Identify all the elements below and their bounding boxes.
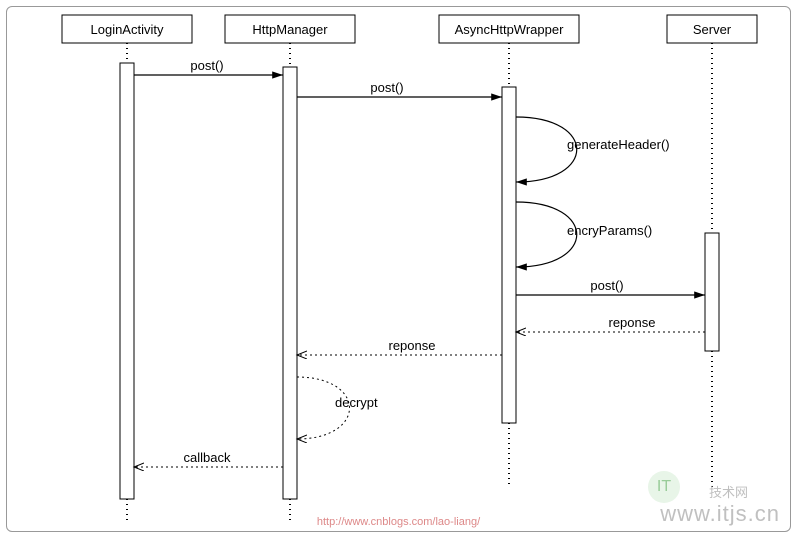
message-label: reponse	[389, 338, 436, 353]
message-label: reponse	[609, 315, 656, 330]
message-label: post()	[190, 58, 223, 73]
activation-bar	[283, 67, 297, 499]
activation-bar	[502, 87, 516, 423]
participant-asynchttp: AsyncHttpWrapper	[439, 15, 579, 43]
message-label: post()	[590, 278, 623, 293]
activation-bar	[120, 63, 134, 499]
participant-label: LoginActivity	[91, 22, 164, 37]
participant-label: AsyncHttpWrapper	[455, 22, 565, 37]
message-label: decrypt	[335, 395, 378, 410]
participant-login: LoginActivity	[62, 15, 192, 43]
activation-bar	[705, 233, 719, 351]
participant-label: HttpManager	[252, 22, 328, 37]
message-label: callback	[184, 450, 231, 465]
message-label: post()	[370, 80, 403, 95]
participant-httpmanager: HttpManager	[225, 15, 355, 43]
participant-label: Server	[693, 22, 732, 37]
participant-server: Server	[667, 15, 757, 43]
diagram-frame: LoginActivity HttpManager AsyncHttpWrapp…	[6, 6, 791, 532]
message-label: encryParams()	[567, 223, 652, 238]
message-label: generateHeader()	[567, 137, 670, 152]
